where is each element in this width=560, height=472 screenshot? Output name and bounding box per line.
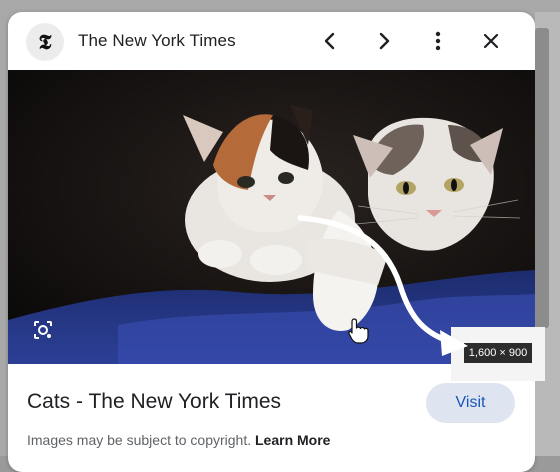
close-button[interactable] xyxy=(477,27,505,55)
chevron-right-icon xyxy=(379,32,390,50)
chevron-left-icon xyxy=(324,32,335,50)
copyright-text: Images may be subject to copyright. xyxy=(27,432,252,448)
source-logo[interactable]: 𝕿 xyxy=(26,23,64,61)
source-name[interactable]: The New York Times xyxy=(78,31,236,51)
nyt-logo-icon: 𝕿 xyxy=(38,29,52,54)
learn-more-link[interactable]: Learn More xyxy=(255,432,330,448)
more-vertical-icon xyxy=(435,31,441,51)
result-title[interactable]: Cats - The New York Times xyxy=(27,390,281,414)
previous-button[interactable] xyxy=(316,27,344,55)
next-button[interactable] xyxy=(370,27,398,55)
kittens-photo xyxy=(8,70,535,364)
visit-button[interactable]: Visit xyxy=(426,383,515,423)
more-options-button[interactable] xyxy=(424,27,452,55)
screen: 𝕿 The New York Times Cats - The New York… xyxy=(0,0,560,472)
image-preview-panel: 𝕿 The New York Times Cats - The New York… xyxy=(8,12,535,472)
scrollbar-thumb[interactable] xyxy=(535,28,549,328)
lens-search-button[interactable] xyxy=(30,317,56,343)
close-icon xyxy=(483,33,499,49)
preview-header: 𝕿 The New York Times xyxy=(8,12,535,70)
image-dimensions-badge: 1,600 × 900 xyxy=(464,343,532,363)
preview-image[interactable] xyxy=(8,70,535,364)
copyright-notice: Images may be subject to copyright. Lear… xyxy=(27,432,330,448)
google-lens-icon xyxy=(34,321,52,339)
